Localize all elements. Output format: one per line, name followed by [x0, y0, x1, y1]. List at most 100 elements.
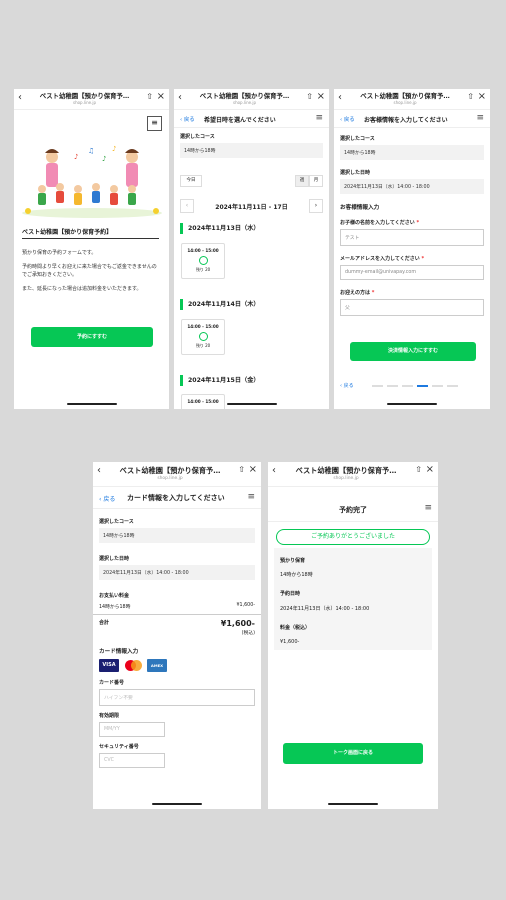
week-view-tab[interactable]: 週: [295, 175, 309, 187]
amex-logo: AMEX: [147, 659, 167, 672]
app-url: shop.line.jp: [157, 476, 183, 481]
fee-value: ¥1,600-: [280, 639, 300, 645]
cvc-input[interactable]: CVC: [99, 753, 165, 768]
visa-logo: VISA: [99, 659, 119, 672]
nav-back-link[interactable]: ‹ 戻る: [180, 115, 195, 123]
close-icon[interactable]: ×: [157, 91, 165, 102]
svg-text:♪: ♪: [102, 155, 106, 163]
app-title: ベスト幼稚園【預かり保育予…: [199, 92, 290, 100]
nav-back-link[interactable]: ‹ 戻る: [99, 494, 115, 503]
hamburger-menu-icon[interactable]: ≡: [147, 116, 162, 131]
prev-week-icon[interactable]: ‹: [180, 199, 194, 213]
app-title: ベスト幼稚園【預かり保育予…: [360, 92, 450, 100]
service-value: 14時から18時: [280, 572, 313, 578]
back-to-talk-button[interactable]: トーク画面に戻る: [283, 743, 423, 764]
tax-note: (税込): [241, 631, 255, 636]
intro-text-2: 予約時間より早くお迎えに来た場合でもご返金できませんのでご承知おきください。: [22, 264, 157, 278]
share-icon[interactable]: ⇧: [306, 92, 313, 101]
proceed-payment-button[interactable]: 決済情報入力にすすむ: [350, 342, 476, 361]
pickup-input[interactable]: 父: [340, 299, 484, 316]
screen-customer-info: ‹ ベスト幼稚園【預かり保育予… shop.line.jp ⇧ × ‹ 戻る お…: [334, 89, 490, 409]
back-arrow-icon[interactable]: ‹: [97, 465, 101, 476]
course-value: 14時から18時: [99, 528, 255, 543]
share-icon[interactable]: ⇧: [238, 465, 245, 474]
available-circle-icon: [198, 256, 208, 265]
browser-header: ‹ ベスト幼稚園【預かり保育予… shop.line.jp ⇧ ×: [334, 89, 490, 110]
close-icon[interactable]: ×: [317, 91, 325, 102]
card-number-label: カード番号: [99, 680, 125, 686]
email-input[interactable]: dummy-email@univapay.com: [340, 265, 484, 280]
close-icon[interactable]: ×: [426, 464, 434, 475]
back-arrow-icon[interactable]: ‹: [272, 465, 276, 476]
nav-bar: 予約完了 ≡: [268, 496, 438, 522]
nav-back-link[interactable]: ‹ 戻る: [340, 115, 355, 123]
card-brands: VISA AMEX: [93, 659, 261, 672]
date-label: 選択した日時: [99, 556, 130, 562]
hamburger-menu-icon[interactable]: ≡: [247, 492, 255, 502]
cvc-label: セキュリティ番号: [99, 744, 139, 750]
slot-remaining: 残り 20: [195, 267, 211, 272]
fee-line: 14時から18時 ¥1,600-: [93, 599, 261, 615]
card-number-input[interactable]: ハイフン不要: [99, 689, 255, 706]
back-arrow-icon[interactable]: ‹: [178, 92, 182, 103]
close-icon[interactable]: ×: [249, 464, 257, 475]
week-range: 2024年11月11日 - 17日: [215, 204, 288, 211]
day-heading: 2024年11月13日（水）: [180, 223, 260, 234]
day-heading: 2024年11月15日（金）: [180, 375, 260, 386]
date-value: 2024年11月13日（水）14:00 - 18:00: [340, 179, 484, 194]
kindergarten-illustration: ♪ ♫ ♪ ♪: [22, 145, 162, 218]
course-label: 選択したコース: [340, 136, 375, 142]
nav-bar: ‹ 戻る 希望日時を選んでください ≡: [174, 110, 329, 128]
time-slot[interactable]: 14:00 - 15:00 残り 20: [181, 243, 225, 279]
slot-remaining: 残り 20: [195, 343, 211, 348]
back-arrow-icon[interactable]: ‹: [18, 92, 22, 103]
expiry-input[interactable]: MM/YY: [99, 722, 165, 737]
datetime-value: 2024年11月13日（水）14:00 - 18:00: [280, 606, 370, 612]
hamburger-menu-icon[interactable]: ≡: [476, 113, 484, 123]
app-url: shop.line.jp: [393, 100, 417, 105]
step-back-link[interactable]: ‹ 戻る: [340, 382, 354, 389]
mastercard-logo: [123, 659, 143, 672]
home-indicator: [152, 803, 202, 805]
share-icon[interactable]: ⇧: [415, 465, 422, 474]
intro-heading: ベスト幼稚園【預かり保育予約】: [22, 229, 113, 236]
close-icon[interactable]: ×: [478, 91, 486, 102]
total-line: 合計 ¥1,600-: [93, 619, 261, 628]
svg-text:♪: ♪: [112, 145, 116, 153]
fee-label: お支払い料金: [99, 593, 130, 599]
today-button[interactable]: 今日: [180, 175, 202, 187]
total-label: 合計: [99, 620, 110, 626]
hamburger-menu-icon[interactable]: ≡: [315, 113, 323, 123]
intro-text-3: また、延長になった場合は追加料金をいただきます。: [22, 286, 142, 292]
time-slot[interactable]: 14:00 - 15:00 残り 20: [181, 319, 225, 355]
thanks-banner: ご予約ありがとうございました: [276, 529, 430, 545]
screen-card-info: ‹ ベスト幼稚園【預かり保育予… shop.line.jp ⇧ × ‹ 戻る カ…: [93, 462, 261, 809]
section-heading: お客様情報入力: [340, 205, 380, 211]
svg-text:♪: ♪: [74, 153, 78, 161]
share-icon[interactable]: ⇧: [467, 92, 474, 101]
share-icon[interactable]: ⇧: [146, 92, 153, 101]
home-indicator: [387, 403, 437, 405]
intro-text-1: 預かり保育の予約フォームです。: [22, 250, 97, 256]
course-value: 14時から18時: [340, 145, 484, 160]
browser-header: ‹ ベスト幼稚園【預かり保育予… shop.line.jp ⇧ ×: [268, 462, 438, 487]
app-url: shop.line.jp: [232, 100, 257, 105]
hamburger-menu-icon[interactable]: ≡: [424, 503, 432, 513]
month-view-tab[interactable]: 月: [309, 175, 323, 187]
child-name-label: お子様の名前を入力してください *: [340, 220, 420, 226]
nav-title: 希望日時を選んでください: [204, 117, 276, 124]
next-week-icon[interactable]: ›: [309, 199, 323, 213]
reserve-button[interactable]: 予約にすすむ: [31, 327, 153, 347]
course-label: 選択したコース: [180, 134, 215, 140]
divider: [22, 238, 159, 239]
browser-header: ‹ ベスト幼稚園【預かり保育予… shop.line.jp ⇧ ×: [174, 89, 329, 110]
slot-time: 14:00 - 15:00: [187, 248, 219, 253]
slot-time: 14:00 - 15:00: [187, 399, 219, 404]
nav-bar: ‹ 戻る お客様情報を入力してください ≡: [334, 110, 490, 128]
time-slot[interactable]: 14:00 - 15:00: [181, 394, 225, 409]
child-name-input[interactable]: テスト: [340, 229, 484, 246]
nav-bar: ‹ 戻る カード情報を入力してください ≡: [93, 487, 261, 509]
available-circle-icon: [198, 332, 208, 341]
fee-item-price: ¥1,600-: [236, 603, 255, 608]
back-arrow-icon[interactable]: ‹: [338, 92, 342, 103]
